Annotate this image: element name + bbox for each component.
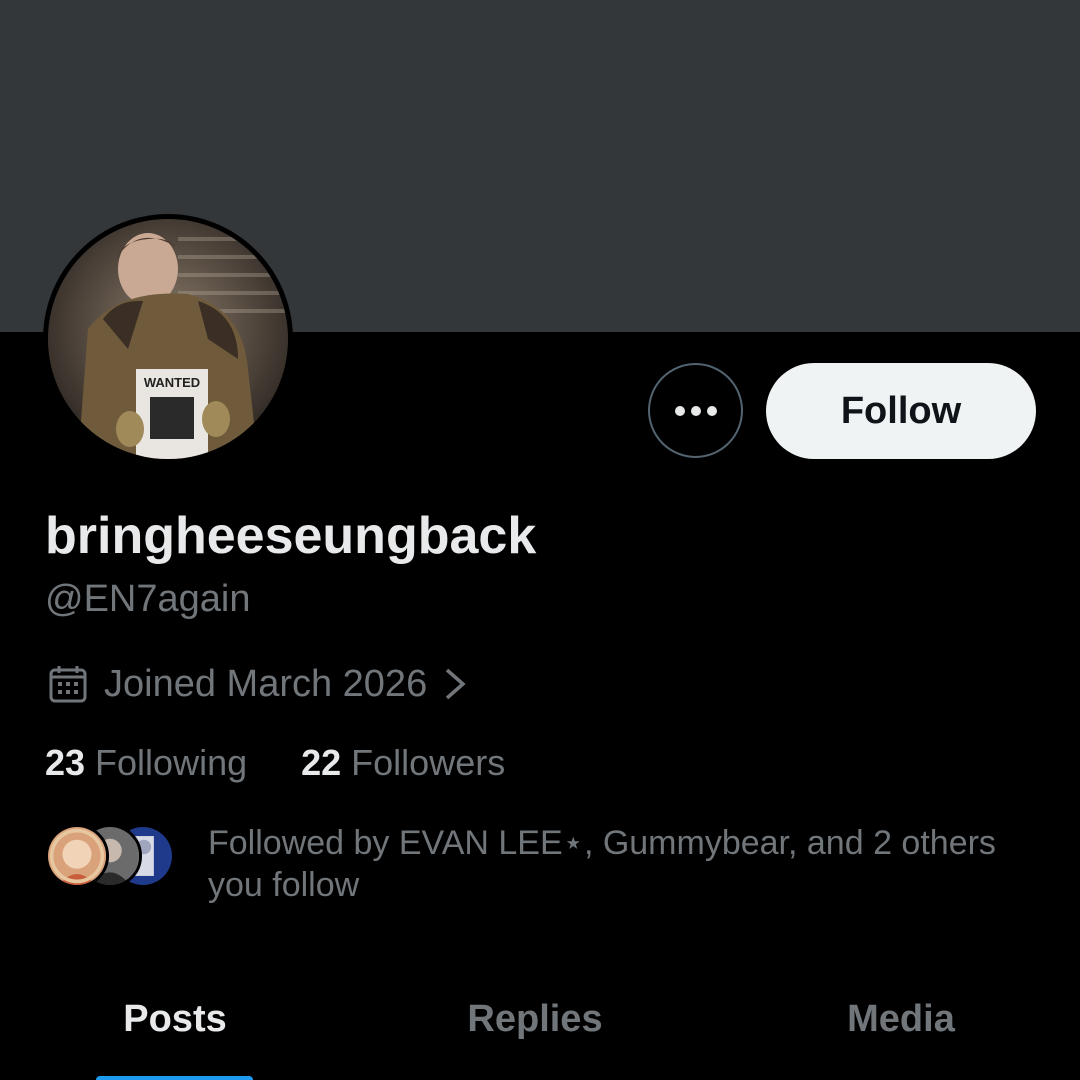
display-name: bringheeseungback xyxy=(45,507,537,565)
tab-media[interactable]: Media xyxy=(726,990,1076,1080)
chevron-right-icon xyxy=(446,668,466,700)
tab-posts[interactable]: Posts xyxy=(0,990,350,1080)
ellipsis-icon xyxy=(674,405,717,416)
follow-button[interactable]: Follow xyxy=(766,363,1036,459)
mutual-name: EVAN LEE⋆ xyxy=(398,824,584,862)
follow-stats: 23 Following 22 Followers xyxy=(45,742,505,784)
joined-date: Joined March 2026 xyxy=(104,662,428,705)
followers-link[interactable]: 22 Followers xyxy=(301,742,505,784)
mutual-avatar xyxy=(45,824,109,888)
joined-date-row[interactable]: Joined March 2026 xyxy=(48,660,467,708)
more-options-button[interactable] xyxy=(648,363,743,458)
avatar-photo: WANTED xyxy=(48,219,288,459)
following-label: Following xyxy=(95,742,248,783)
followers-label: Followers xyxy=(351,742,506,783)
mutual-followers-avatars xyxy=(45,824,175,888)
active-tab-indicator xyxy=(96,1076,253,1080)
tab-replies[interactable]: Replies xyxy=(360,990,710,1080)
followed-by-prefix: Followed by xyxy=(208,824,399,862)
profile-tabs: Posts Replies Media xyxy=(0,990,1080,1080)
poster-text: WANTED xyxy=(144,375,200,390)
following-link[interactable]: 23 Following xyxy=(45,742,247,784)
profile-avatar[interactable]: WANTED xyxy=(43,214,293,464)
followers-count: 22 xyxy=(301,742,342,783)
user-handle: @EN7again xyxy=(45,578,251,620)
following-count: 23 xyxy=(45,742,86,783)
followed-by-text: Followed by EVAN LEE⋆, Gummybear, and 2 … xyxy=(208,822,1038,906)
calendar-icon xyxy=(49,666,87,703)
